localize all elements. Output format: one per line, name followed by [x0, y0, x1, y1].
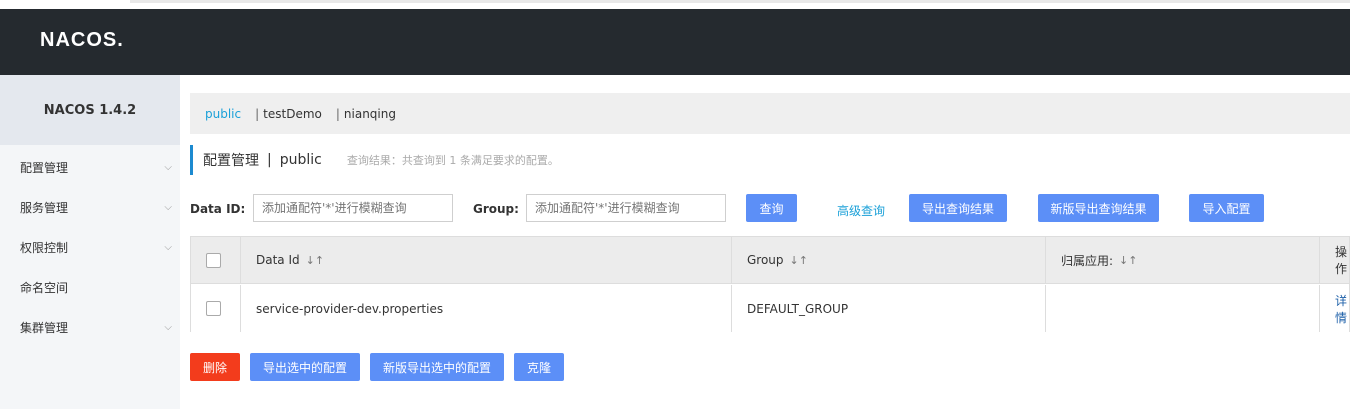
sidebar-item-label: 命名空间 [20, 280, 69, 295]
cell-actions: 详情 [1320, 285, 1350, 332]
sidebar-item-label: 服务管理 [20, 200, 69, 215]
export-results-button[interactable]: 导出查询结果 [909, 194, 1007, 222]
column-header-actions: 操作 [1320, 237, 1350, 283]
top-header: NACOS. [0, 9, 1350, 75]
table-row: service-provider-dev.properties DEFAULT_… [191, 285, 1349, 332]
query-button[interactable]: 查询 [746, 194, 797, 222]
sidebar-item-config-management[interactable]: 配置管理 ⌵ [20, 157, 172, 177]
sidebar-item-access-control[interactable]: 权限控制 ⌵ [20, 237, 172, 257]
sidebar-item-label: 配置管理 [20, 160, 69, 175]
column-label: 操作 [1335, 245, 1348, 276]
config-table: Data Id ↓↑ Group ↓↑ 归属应用: ↓↑ 操作 service-… [190, 236, 1350, 332]
chevron-down-icon: ⌵ [164, 201, 172, 213]
column-label: 归属应用: [1061, 253, 1114, 268]
new-export-selected-button[interactable]: 新版导出选中的配置 [370, 353, 504, 381]
clone-button[interactable]: 克隆 [514, 353, 564, 381]
sidebar-item-cluster-management[interactable]: 集群管理 ⌵ [20, 317, 172, 337]
delete-button[interactable]: 删除 [190, 353, 240, 381]
sort-icon[interactable]: ↓↑ [1119, 254, 1137, 267]
cell-app [1046, 285, 1320, 332]
cell-group: DEFAULT_GROUP [732, 285, 1046, 332]
page-title: 配置管理 [203, 153, 259, 169]
detail-link[interactable]: 详情 [1335, 292, 1350, 326]
namespace-tab-public[interactable]: public [205, 107, 241, 121]
data-id-input[interactable] [253, 194, 453, 222]
group-input[interactable] [526, 194, 726, 222]
current-namespace: public [279, 152, 322, 168]
version-label: NACOS 1.4.2 [0, 75, 180, 145]
chevron-down-icon: ⌵ [164, 241, 172, 253]
row-checkbox-cell [191, 285, 241, 332]
sort-icon[interactable]: ↓↑ [306, 254, 324, 267]
header-checkbox-cell [191, 237, 241, 283]
sidebar-item-namespace[interactable]: 命名空间 [20, 277, 172, 297]
export-selected-button[interactable]: 导出选中的配置 [250, 353, 360, 381]
select-all-checkbox[interactable] [206, 252, 221, 268]
main-content: public | testDemo | nianqing 配置管理 | publ… [180, 75, 1350, 409]
advanced-query-link[interactable]: 高级查询 [837, 202, 885, 219]
page-title-bar: 配置管理 | public 查询结果：共查询到 1 条满足要求的配置。 [190, 145, 559, 175]
chevron-down-icon: ⌵ [164, 321, 172, 333]
column-header-app[interactable]: 归属应用: ↓↑ [1046, 237, 1320, 283]
sidebar: NACOS 1.4.2 配置管理 ⌵ 服务管理 ⌵ 权限控制 ⌵ 命名空间 集群… [0, 75, 180, 409]
sidebar-item-service-management[interactable]: 服务管理 ⌵ [20, 197, 172, 217]
namespace-tab-testdemo[interactable]: testDemo [263, 107, 322, 121]
title-separator: | [267, 152, 272, 168]
column-header-data-id[interactable]: Data Id ↓↑ [241, 237, 732, 283]
namespace-separator: | [335, 106, 340, 121]
row-checkbox[interactable] [206, 301, 221, 316]
namespace-tab-nianqing[interactable]: nianqing [344, 107, 396, 121]
column-header-group[interactable]: Group ↓↑ [732, 237, 1046, 283]
column-label: Data Id [256, 253, 300, 267]
query-result-text: 查询结果：共查询到 1 条满足要求的配置。 [346, 154, 559, 167]
new-export-results-button[interactable]: 新版导出查询结果 [1038, 194, 1159, 222]
cell-data-id: service-provider-dev.properties [241, 285, 732, 332]
data-id-label: Data ID: [190, 202, 246, 216]
sidebar-item-label: 集群管理 [20, 320, 69, 335]
column-label: Group [747, 253, 784, 267]
table-header: Data Id ↓↑ Group ↓↑ 归属应用: ↓↑ 操作 [191, 237, 1349, 284]
namespace-bar: public | testDemo | nianqing [190, 93, 1350, 134]
chevron-down-icon: ⌵ [164, 161, 172, 173]
browser-top-strip [0, 0, 1350, 9]
namespace-separator: | [255, 106, 260, 121]
group-label: Group: [473, 202, 519, 216]
sort-icon[interactable]: ↓↑ [790, 254, 808, 267]
import-config-button[interactable]: 导入配置 [1189, 194, 1264, 222]
sidebar-item-label: 权限控制 [20, 240, 69, 255]
nacos-logo[interactable]: NACOS. [40, 29, 124, 52]
